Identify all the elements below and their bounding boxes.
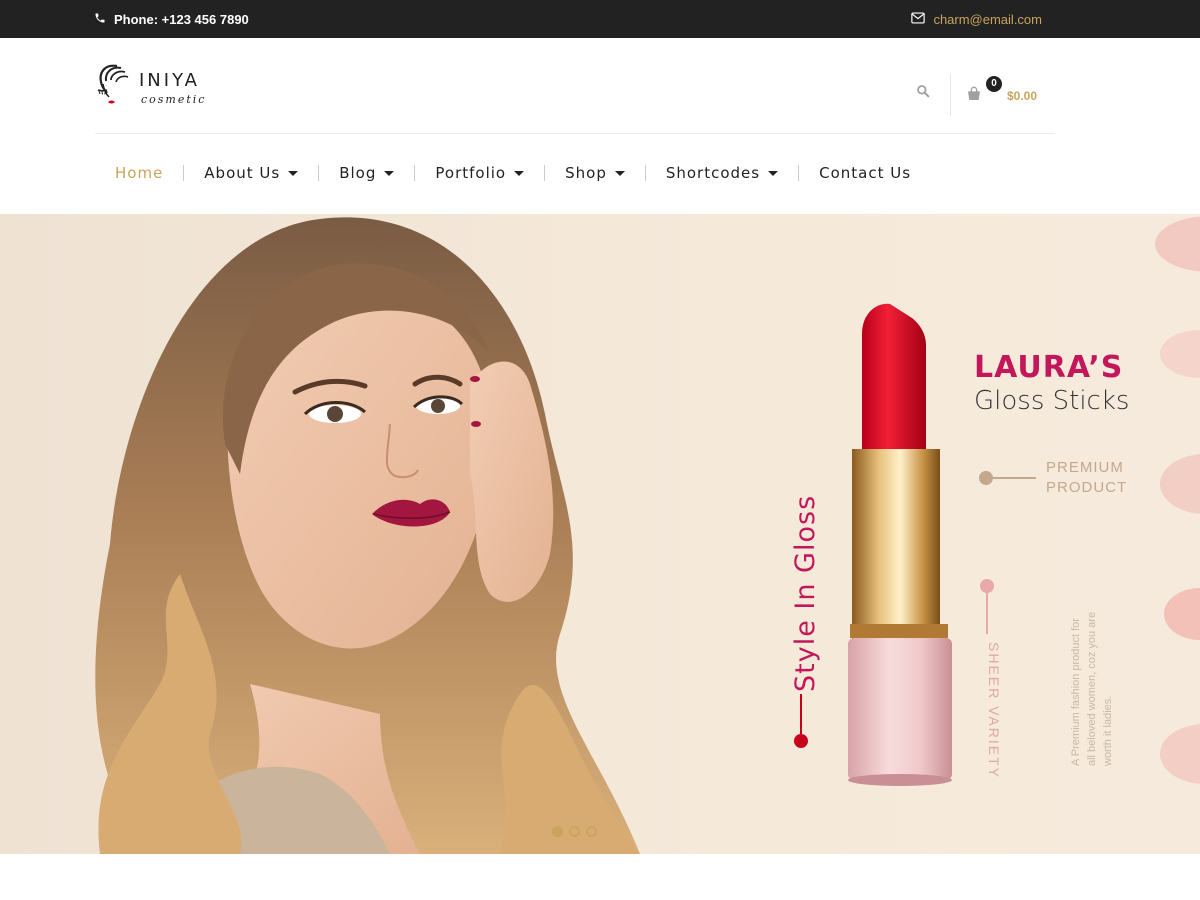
hero-description: A Premium fashion product for all belove… [1070,611,1114,766]
nav-item-shop[interactable]: Shop [545,164,645,182]
nav-label: Shop [565,164,607,182]
site-header: INIYA cosmetic 0 $0.00 Home About Us Blo… [0,38,1200,214]
nav-label: Home [115,164,164,182]
chevron-down-icon [768,170,779,176]
nav-item-blog[interactable]: Blog [319,164,414,182]
nav-label: Contact Us [819,164,912,182]
main-nav: Home About Us Blog Portfolio Shop Shortc… [95,156,931,190]
hero-title-product: Gloss Sticks [974,386,1130,416]
search-icon [917,85,930,98]
top-bar-email: charm@email.com [911,0,1042,38]
hero-side-label: SHEER VARIETY [986,642,1002,779]
cart-button[interactable]: 0 $0.00 [964,76,1054,116]
chevron-down-icon [614,170,625,176]
hero-title-brand: LAURA’S [974,350,1124,385]
shopping-bag-icon [966,86,982,107]
cart-count-badge: 0 [986,76,1002,92]
slider-pagination [552,826,597,837]
slider-dot-2[interactable] [569,826,580,837]
phone-number: Phone: +123 456 7890 [114,11,249,27]
nav-item-home[interactable]: Home [95,164,183,182]
nav-label: Shortcodes [665,164,761,182]
email-link[interactable]: charm@email.com [933,12,1042,27]
logo-tagline: cosmetic [141,93,207,106]
phone-icon [94,12,106,27]
top-bar: Phone: +123 456 7890 charm@email.com [0,0,1200,38]
header-rule [95,133,1055,134]
nav-item-shortcodes[interactable]: Shortcodes [646,164,798,182]
nav-item-contact-us[interactable]: Contact Us [799,164,931,182]
nav-label: Portfolio [435,164,507,182]
chevron-down-icon [514,170,525,176]
nav-label: Blog [339,164,377,182]
logo-face-icon [97,64,129,104]
hero-slider: LAURA’S Gloss Sticks PREMIUM PRODUCT Sty… [0,214,1200,854]
envelope-icon [911,11,926,27]
slider-dot-1[interactable] [552,826,563,837]
hero-background-image [0,214,1200,854]
hero-badge: PREMIUM PRODUCT [1046,459,1128,496]
hero-vertical-tagline: Style In Gloss [790,494,821,692]
cart-total: $0.00 [1007,89,1038,103]
top-bar-phone: Phone: +123 456 7890 [94,0,249,38]
nav-label: About Us [204,164,281,182]
chevron-down-icon [384,170,395,176]
search-button[interactable] [916,84,934,102]
nav-item-about-us[interactable]: About Us [184,164,318,182]
slider-dot-3[interactable] [586,826,597,837]
header-divider [950,74,951,116]
logo-brand-text: INIYA [139,70,200,91]
site-logo[interactable]: INIYA cosmetic [95,60,215,112]
nav-item-portfolio[interactable]: Portfolio [415,164,544,182]
chevron-down-icon [288,170,299,176]
